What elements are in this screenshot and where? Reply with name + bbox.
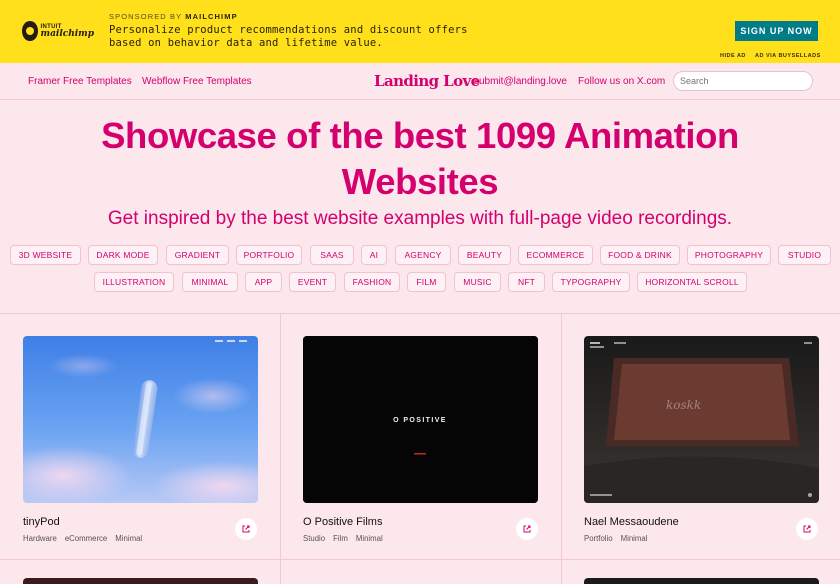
nav-follow-x[interactable]: Follow us on X.com <box>578 76 665 87</box>
tag-illustration[interactable]: ILLUSTRATION <box>94 272 174 292</box>
nav-submit-email[interactable]: submit@landing.love <box>474 76 567 87</box>
card-thumbnail-nael[interactable]: koskk <box>584 336 819 503</box>
external-link-icon[interactable] <box>516 518 538 540</box>
tag-food-drink[interactable]: FOOD & DRINK <box>600 245 680 265</box>
page-title: Showcase of the best 1099 Animation Webs… <box>101 115 739 202</box>
ad-signup-button[interactable]: SIGN UP NOW <box>735 21 818 41</box>
tinypod-preview-image <box>23 336 258 503</box>
card-tag[interactable]: Minimal <box>115 534 142 543</box>
hide-ad-link[interactable]: HIDE AD <box>720 53 746 59</box>
logo-line-2: mailchimp <box>40 28 94 39</box>
next-row-thumbnail-peek[interactable] <box>23 578 258 584</box>
card-thumbnail-tinypod[interactable] <box>23 336 258 503</box>
ad-sponsor-label: SPONSORED BY MAILCHIMP <box>109 12 238 21</box>
tag-film[interactable]: FILM <box>407 272 446 292</box>
next-row-thumbnail-peek[interactable] <box>584 578 819 584</box>
card-title-nael[interactable]: Nael Messaoudene <box>584 516 679 528</box>
mailchimp-monogram-icon <box>22 21 38 41</box>
card-tags-tinypod: Hardware eCommerce Minimal <box>23 534 142 543</box>
tag-minimal[interactable]: MINIMAL <box>182 272 238 292</box>
mailchimp-logo[interactable]: INTUIT mailchimp <box>22 17 94 45</box>
card-thumbnail-o-positive[interactable]: O POSITIVE <box>303 336 538 503</box>
external-link-icon[interactable] <box>235 518 257 540</box>
tag-app[interactable]: APP <box>245 272 282 292</box>
card-title-tinypod[interactable]: tinyPod <box>23 516 60 528</box>
external-link-icon[interactable] <box>796 518 818 540</box>
grid-divider-row <box>0 559 840 560</box>
nav-framer-templates[interactable]: Framer Free Templates <box>28 76 132 87</box>
card-tag[interactable]: Minimal <box>621 534 648 543</box>
tag-dark-mode[interactable]: DARK MODE <box>88 245 158 265</box>
ad-text: Personalize product recommendations and … <box>109 24 468 49</box>
card-tag[interactable]: Portfolio <box>584 534 613 543</box>
grid-divider-top <box>0 313 840 314</box>
tag-ecommerce[interactable]: ECOMMERCE <box>518 245 593 265</box>
top-nav: Framer Free Templates Webflow Free Templ… <box>0 63 840 100</box>
tag-agency[interactable]: AGENCY <box>395 245 451 265</box>
tag-3d-website[interactable]: 3D WEBSITE <box>10 245 81 265</box>
o-positive-preview-image: O POSITIVE <box>303 336 538 503</box>
card-tag[interactable]: Studio <box>303 534 325 543</box>
card-tag[interactable]: Film <box>333 534 348 543</box>
tag-fashion[interactable]: FASHION <box>344 272 400 292</box>
tag-nft[interactable]: NFT <box>508 272 545 292</box>
tag-studio[interactable]: STUDIO <box>778 245 831 265</box>
site-logo[interactable]: Landing Love <box>374 72 480 90</box>
grid-divider-col-2 <box>561 313 562 584</box>
tag-portfolio[interactable]: PORTFOLIO <box>236 245 302 265</box>
card-tag[interactable]: Hardware <box>23 534 57 543</box>
search-input[interactable] <box>673 71 813 91</box>
tag-horizontal-scroll[interactable]: HORIZONTAL SCROLL <box>637 272 747 292</box>
tag-beauty[interactable]: BEAUTY <box>458 245 511 265</box>
card-title-o-positive[interactable]: O Positive Films <box>303 516 382 528</box>
tag-music[interactable]: MUSIC <box>454 272 501 292</box>
page-subtitle: Get inspired by the best website example… <box>107 208 733 229</box>
tag-gradient[interactable]: GRADIENT <box>166 245 229 265</box>
ad-banner[interactable]: INTUIT mailchimp SPONSORED BY MAILCHIMP … <box>0 0 840 63</box>
tag-photography[interactable]: PHOTOGRAPHY <box>687 245 771 265</box>
thumb-graffiti-text: koskk <box>666 398 701 412</box>
card-tags-nael: Portfolio Minimal <box>584 534 647 543</box>
card-tags-o-positive: Studio Film Minimal <box>303 534 383 543</box>
nav-webflow-templates[interactable]: Webflow Free Templates <box>142 76 252 87</box>
tag-event[interactable]: EVENT <box>289 272 336 292</box>
thumb-logo-text: O POSITIVE <box>393 417 447 424</box>
ad-via-link[interactable]: AD VIA BUYSELLADS <box>755 53 821 59</box>
tag-ai[interactable]: AI <box>361 245 387 265</box>
tag-saas[interactable]: SAAS <box>310 245 354 265</box>
card-tag[interactable]: eCommerce <box>65 534 107 543</box>
tag-typography[interactable]: TYPOGRAPHY <box>552 272 630 292</box>
card-tag[interactable]: Minimal <box>356 534 383 543</box>
nael-preview-image: koskk <box>584 336 819 503</box>
grid-divider-col-1 <box>280 313 281 584</box>
